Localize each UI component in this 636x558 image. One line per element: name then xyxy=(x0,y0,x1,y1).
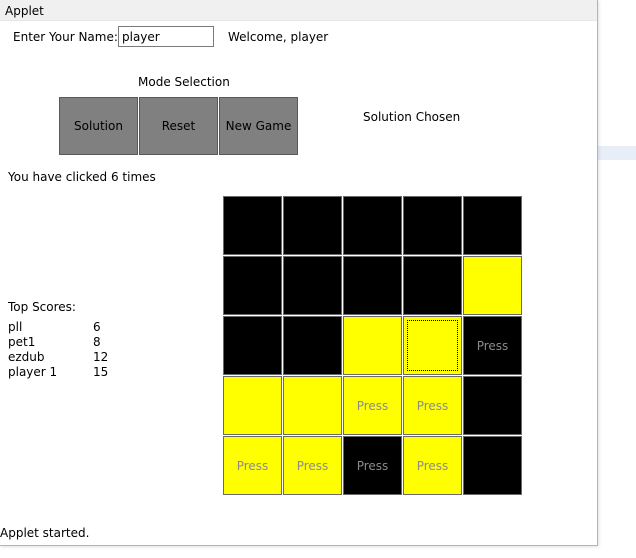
name-label: Enter Your Name: xyxy=(13,30,118,44)
grid-cell-r4c3[interactable]: Press xyxy=(343,376,402,435)
score-value: 8 xyxy=(93,335,101,349)
grid-cell-r3c5[interactable]: Press xyxy=(463,316,522,375)
score-name: pll xyxy=(8,320,23,334)
grid-cell-r3c4[interactable] xyxy=(403,316,462,375)
grid-cell-r5c4[interactable]: Press xyxy=(403,436,462,495)
title-bar: Applet xyxy=(0,0,597,21)
score-row: ezdub 12 xyxy=(8,350,128,365)
score-value: 6 xyxy=(93,320,101,334)
window-title: Applet xyxy=(5,4,44,18)
score-row: pet1 8 xyxy=(8,335,128,350)
score-name: pet1 xyxy=(8,335,36,349)
mode-selection-label: Mode Selection xyxy=(138,75,230,89)
grid-cell-r4c2[interactable] xyxy=(283,376,342,435)
name-input[interactable] xyxy=(118,26,214,47)
background-strip xyxy=(598,146,636,160)
grid-cell-r5c2[interactable]: Press xyxy=(283,436,342,495)
grid-cell-r1c5[interactable] xyxy=(463,196,522,255)
lights-grid: Press Press Press Press Press Press Press xyxy=(223,196,523,496)
grid-cell-r3c2[interactable] xyxy=(283,316,342,375)
score-value: 15 xyxy=(93,365,109,379)
grid-cell-r1c2[interactable] xyxy=(283,196,342,255)
score-row: player 1 15 xyxy=(8,365,128,380)
grid-cell-r1c4[interactable] xyxy=(403,196,462,255)
top-scores-list: pll 6 pet1 8 ezdub 12 player 1 15 xyxy=(8,320,128,380)
grid-cell-r1c3[interactable] xyxy=(343,196,402,255)
grid-cell-r5c1[interactable]: Press xyxy=(223,436,282,495)
click-counter: You have clicked 6 times xyxy=(8,170,156,184)
score-name: player 1 xyxy=(8,365,58,379)
grid-cell-r3c3[interactable] xyxy=(343,316,402,375)
grid-cell-r5c3[interactable]: Press xyxy=(343,436,402,495)
grid-cell-r4c4[interactable]: Press xyxy=(403,376,462,435)
score-name: ezdub xyxy=(8,350,45,364)
score-value: 12 xyxy=(93,350,109,364)
reset-button[interactable]: Reset xyxy=(139,97,218,155)
grid-cell-r2c3[interactable] xyxy=(343,256,402,315)
grid-cell-r2c5[interactable] xyxy=(463,256,522,315)
welcome-text: Welcome, player xyxy=(228,30,329,44)
grid-cell-r1c1[interactable] xyxy=(223,196,282,255)
status-bar: Applet started. xyxy=(0,526,90,540)
mode-status: Solution Chosen xyxy=(363,110,461,124)
grid-cell-r4c1[interactable] xyxy=(223,376,282,435)
score-row: pll 6 xyxy=(8,320,128,335)
applet-window: Applet Enter Your Name: Welcome, player … xyxy=(0,0,598,546)
grid-cell-r2c4[interactable] xyxy=(403,256,462,315)
solution-button[interactable]: Solution xyxy=(59,97,138,155)
grid-cell-r2c1[interactable] xyxy=(223,256,282,315)
new-game-button[interactable]: New Game xyxy=(219,97,298,155)
grid-cell-r5c5[interactable] xyxy=(463,436,522,495)
grid-cell-r4c5[interactable] xyxy=(463,376,522,435)
top-scores-title: Top Scores: xyxy=(8,300,76,314)
grid-cell-r2c2[interactable] xyxy=(283,256,342,315)
grid-cell-r3c1[interactable] xyxy=(223,316,282,375)
